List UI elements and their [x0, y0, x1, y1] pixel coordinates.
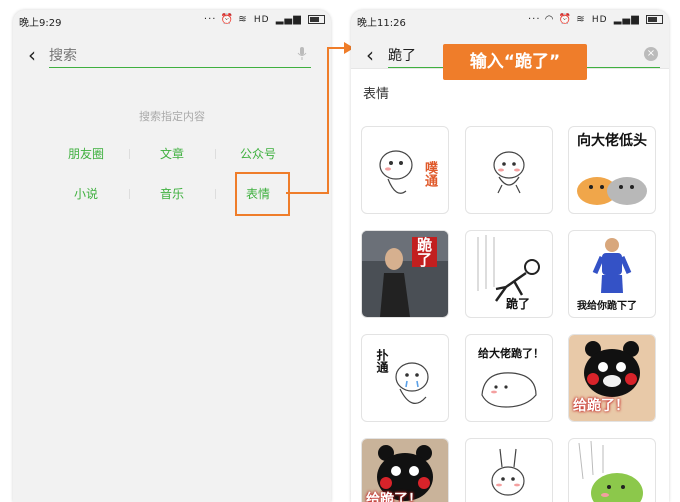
- phone-screen-results: 晚上11:26 ··· ◠ ⏰ ≋ HD ▂▄▆ ‹ 跪了 × 表情 噗通 向大…: [351, 10, 669, 502]
- status-time: 晚上9:29: [19, 18, 62, 29]
- wifi-icon: ≋: [238, 14, 248, 25]
- search-query[interactable]: 跪了: [388, 45, 416, 65]
- search-input[interactable]: [49, 46, 279, 66]
- network-type: HD: [591, 15, 608, 25]
- sticker-caption: 向大佬低头: [577, 133, 647, 149]
- search-header: ‹: [13, 32, 331, 80]
- connector-line: [286, 192, 328, 194]
- sticker-item[interactable]: 向大佬低头: [568, 126, 656, 214]
- highlight-box: [235, 172, 290, 216]
- sticker-item[interactable]: 扑通: [361, 334, 449, 422]
- cartoon-figure-icon: [395, 362, 429, 404]
- sticker-caption: 给跪了！: [573, 398, 629, 414]
- status-icons: ··· ⏰ ≋ HD ▂▄▆: [204, 14, 325, 25]
- signal-icon: ▂▄▆: [275, 14, 302, 25]
- sticker-item[interactable]: [568, 438, 656, 502]
- sticker-caption: 跪了: [506, 297, 531, 311]
- sticker-item[interactable]: 我给你跪下了: [568, 230, 656, 318]
- category-official-accounts[interactable]: 公众号: [215, 144, 301, 164]
- alarm-icon: ⏰: [220, 14, 235, 25]
- status-bar: 晚上11:26 ··· ◠ ⏰ ≋ HD ▂▄▆: [351, 10, 669, 29]
- network-type: HD: [253, 15, 270, 25]
- category-music[interactable]: 音乐: [129, 184, 215, 204]
- alarm-icon: ⏰: [558, 14, 573, 25]
- sticker-item[interactable]: [465, 126, 553, 214]
- category-moments[interactable]: 朋友圈: [43, 144, 129, 164]
- sticker-caption: 我给你跪下了: [577, 301, 637, 312]
- sticker-grid: 噗通 向大佬低头 跪了 跪了 我给你跪下了 扑通 给大佬跪了！ 给跪了！ 给跪了…: [351, 118, 669, 502]
- annotation-callout: 输入“跪了”: [443, 44, 587, 80]
- cartoon-figure-icon: [493, 151, 525, 194]
- clear-icon[interactable]: ×: [644, 47, 658, 61]
- sticker-item[interactable]: [465, 438, 553, 502]
- headphone-icon: ◠: [544, 14, 555, 25]
- sticker-caption: 给大佬跪了！: [478, 347, 544, 360]
- signal-icon: ▂▄▆: [613, 14, 640, 25]
- back-arrow-icon[interactable]: ‹: [21, 44, 43, 66]
- sticker-caption: 扑通: [375, 349, 389, 373]
- sticker-caption: 噗通: [422, 161, 437, 187]
- sticker-item[interactable]: 跪了: [465, 230, 553, 318]
- microphone-icon[interactable]: [297, 47, 307, 61]
- status-time: 晚上11:26: [357, 18, 406, 29]
- sticker-item[interactable]: 给跪了！: [568, 334, 656, 422]
- more-icon: ···: [203, 14, 217, 25]
- sticker-item[interactable]: 噗通: [361, 126, 449, 214]
- status-bar: 晚上9:29 ··· ⏰ ≋ HD ▂▄▆: [13, 10, 331, 29]
- section-title: 表情: [363, 87, 390, 102]
- battery-icon: [646, 14, 663, 24]
- sticker-caption: 跪了: [412, 237, 437, 267]
- sticker-item[interactable]: 跪了: [361, 230, 449, 318]
- search-field[interactable]: [49, 45, 311, 68]
- search-hint: 搜索指定内容: [139, 110, 205, 123]
- phone-screen-search: 晚上9:29 ··· ⏰ ≋ HD ▂▄▆ ‹ 搜索指定内容: [13, 10, 331, 502]
- sticker-item[interactable]: 给跪了！: [361, 438, 449, 502]
- back-arrow-icon[interactable]: ‹: [359, 44, 381, 66]
- wifi-icon: ≋: [576, 14, 586, 25]
- composite-frame: 晚上9:29 ··· ⏰ ≋ HD ▂▄▆ ‹ 搜索指定内容: [0, 0, 680, 502]
- green-dinosaur-icon: [578, 440, 643, 502]
- more-icon: ···: [527, 14, 541, 25]
- connector-line: [327, 47, 329, 194]
- category-novels[interactable]: 小说: [43, 184, 129, 204]
- sticker-item[interactable]: 给大佬跪了！: [465, 334, 553, 422]
- battery-icon: [308, 14, 325, 24]
- bunny-figure-icon: [491, 448, 525, 496]
- sticker-caption: 给跪了！: [366, 492, 422, 502]
- category-articles[interactable]: 文章: [129, 144, 215, 164]
- status-icons: ··· ◠ ⏰ ≋ HD ▂▄▆: [528, 14, 663, 25]
